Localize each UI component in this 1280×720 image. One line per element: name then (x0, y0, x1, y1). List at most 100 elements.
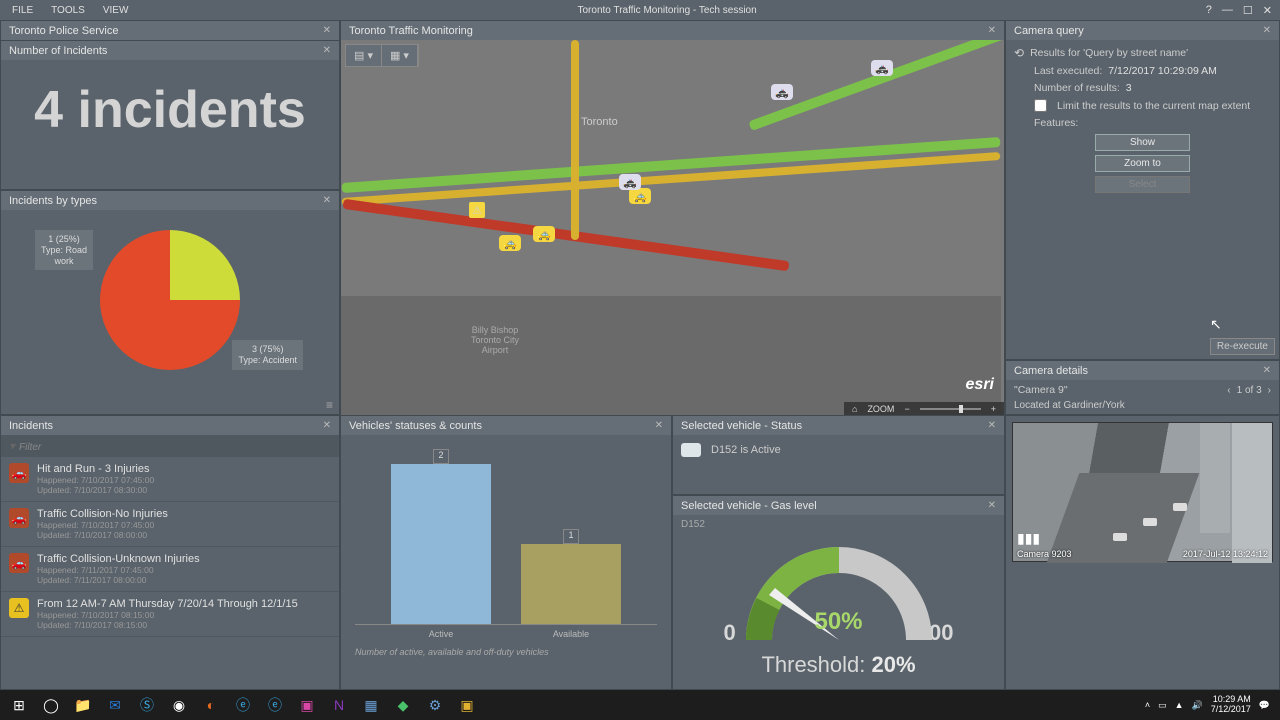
start-button[interactable]: ⊞ (4, 692, 34, 718)
app-icon[interactable]: ▣ (292, 692, 322, 718)
filter-label[interactable]: Filter (19, 442, 41, 453)
outlook-icon[interactable]: ✉ (100, 692, 130, 718)
panel-close-icon[interactable]: ✕ (323, 25, 331, 36)
gas-vehicle-id: D152 (673, 515, 1004, 534)
app-icon[interactable]: ▦ (356, 692, 386, 718)
camera-feed-label: Camera 9203 (1017, 549, 1072, 559)
last-exec-value: 7/12/2017 10:29:09 AM (1108, 65, 1217, 77)
panel-title-query: Camera query (1014, 25, 1084, 37)
pie-chart (100, 230, 240, 370)
map-marker-police[interactable]: 🚓 (619, 174, 641, 190)
incident-happened: Happened: 7/10/2017 07:45:00 (37, 475, 154, 485)
panel-title-gas: Selected vehicle - Gas level (681, 500, 817, 512)
map-layers-button[interactable]: ▤ ▾ (346, 45, 382, 66)
onenote-icon[interactable]: N (324, 692, 354, 718)
map-label-city: Toronto (581, 116, 618, 128)
panel-close-icon[interactable]: ✕ (988, 500, 996, 511)
taskbar-clock[interactable]: 10:29 AM 7/12/2017 (1211, 695, 1251, 715)
bar-chart: 2 1 (355, 435, 657, 625)
app-icon[interactable]: ◆ (388, 692, 418, 718)
notifications-icon[interactable]: 💬 (1259, 700, 1270, 711)
map-marker-taxi[interactable]: 🚕 (629, 188, 651, 204)
incident-title: Traffic Collision-Unknown Injuries (37, 553, 200, 565)
menu-tools[interactable]: TOOLS (51, 5, 85, 16)
incident-count: 4 incidents (1, 60, 339, 140)
chrome-icon[interactable]: ◉ (164, 692, 194, 718)
zoom-out-icon[interactable]: − (904, 404, 909, 414)
cursor-icon: ↖ (1210, 316, 1222, 333)
panel-close-icon[interactable]: ✕ (988, 25, 996, 36)
tray-up-icon[interactable]: ˄ (1145, 700, 1150, 710)
zoomto-button[interactable]: Zoom to (1095, 155, 1190, 172)
back-icon[interactable]: ⟲ (1014, 46, 1024, 60)
camera-location: Located at Gardiner/York (1014, 396, 1271, 411)
prev-icon[interactable]: ‹ (1227, 385, 1230, 396)
skype-icon[interactable]: Ⓢ (132, 692, 162, 718)
map-marker-taxi[interactable]: 🚕 (499, 235, 521, 251)
wifi-icon[interactable]: ▲ (1175, 700, 1184, 710)
incident-list-item[interactable]: 🚗Traffic Collision-Unknown InjuriesHappe… (1, 547, 339, 592)
next-icon[interactable]: › (1268, 385, 1271, 396)
map-marker-warning-icon[interactable]: ⚠ (469, 202, 485, 218)
help-icon[interactable]: ? (1206, 4, 1212, 17)
panel-close-icon[interactable]: ✕ (1263, 25, 1271, 36)
map-canvas[interactable]: ▤ ▾ ▦ ▾ Toronto Billy Bishop Toronto Cit… (341, 40, 1004, 416)
panel-close-icon[interactable]: ✕ (988, 420, 996, 431)
maximize-icon[interactable]: ☐ (1243, 4, 1253, 17)
map-marker-police[interactable]: 🚓 (771, 84, 793, 100)
bar-value: 1 (563, 529, 579, 544)
show-button[interactable]: Show (1095, 134, 1190, 151)
ie-icon[interactable]: ⓔ (228, 692, 258, 718)
limit-results-checkbox[interactable] (1034, 99, 1047, 112)
gauge-chart: 50% (739, 540, 939, 640)
edge-icon[interactable]: ⓔ (260, 692, 290, 718)
panel-close-icon[interactable]: ✕ (323, 45, 331, 56)
pie-label-roadwork: 1 (25%) Type: Road work (35, 230, 93, 270)
chart-menu-icon[interactable]: ≡ (326, 398, 333, 412)
bar-label: Active (391, 625, 491, 639)
panel-title-map: Toronto Traffic Monitoring (349, 25, 473, 37)
panel-close-icon[interactable]: ✕ (1263, 365, 1271, 376)
map-marker-taxi[interactable]: 🚕 (533, 226, 555, 242)
camera-name: "Camera 9" (1014, 384, 1068, 396)
incident-happened: Happened: 7/10/2017 08:15:00 (37, 610, 298, 620)
select-button: Select (1095, 176, 1190, 193)
volume-icon[interactable]: 🔊 (1192, 700, 1203, 711)
panel-close-icon[interactable]: ✕ (323, 195, 331, 206)
map-label-airport: Billy Bishop Toronto City Airport (471, 325, 519, 355)
incident-title: Traffic Collision-No Injuries (37, 508, 168, 520)
incident-list-item[interactable]: ⚠From 12 AM-7 AM Thursday 7/20/14 Throug… (1, 592, 339, 637)
camera-logo-icon: ▮▮▮ (1017, 530, 1040, 547)
bar-active: 2 (391, 449, 491, 624)
incident-title: Hit and Run - 3 Injuries (37, 463, 154, 475)
firefox-icon[interactable]: ◐ (196, 692, 226, 718)
menu-view[interactable]: VIEW (103, 5, 129, 16)
home-icon[interactable]: ⌂ (852, 404, 857, 414)
battery-icon[interactable]: ▭ (1158, 700, 1167, 711)
panel-title-vstat: Vehicles' statuses & counts (349, 420, 482, 432)
menu-file[interactable]: FILE (12, 5, 33, 16)
incident-happened: Happened: 7/11/2017 07:45:00 (37, 565, 200, 575)
warning-icon: ⚠ (9, 598, 29, 618)
minimize-icon[interactable]: — (1222, 4, 1233, 17)
incident-updated: Updated: 7/10/2017 08:30:00 (37, 485, 154, 495)
close-icon[interactable]: ✕ (1263, 4, 1272, 17)
incident-happened: Happened: 7/10/2017 07:45:00 (37, 520, 168, 530)
incident-list-item[interactable]: 🚗Hit and Run - 3 InjuriesHappened: 7/10/… (1, 457, 339, 502)
settings-icon[interactable]: ⚙ (420, 692, 450, 718)
zoom-in-icon[interactable]: + (991, 404, 996, 414)
zoom-slider[interactable] (920, 408, 981, 410)
map-basemap-button[interactable]: ▦ ▾ (382, 45, 418, 66)
panel-close-icon[interactable]: ✕ (655, 420, 663, 431)
map-marker-police[interactable]: 🚓 (871, 60, 893, 76)
explorer-icon[interactable]: 📁 (68, 692, 98, 718)
incident-updated: Updated: 7/10/2017 08:15:00 (37, 620, 298, 630)
panel-close-icon[interactable]: ✕ (323, 420, 331, 431)
app-icon[interactable]: ▣ (452, 692, 482, 718)
search-icon[interactable]: ◯ (36, 692, 66, 718)
map-zoom-control[interactable]: ⌂ ZOOM − + (844, 402, 1004, 416)
reexecute-button[interactable]: Re-execute (1210, 338, 1275, 355)
incident-list-item[interactable]: 🚗Traffic Collision-No InjuriesHappened: … (1, 502, 339, 547)
limit-results-label: Limit the results to the current map ext… (1057, 100, 1250, 112)
last-exec-label: Last executed: (1034, 65, 1102, 77)
